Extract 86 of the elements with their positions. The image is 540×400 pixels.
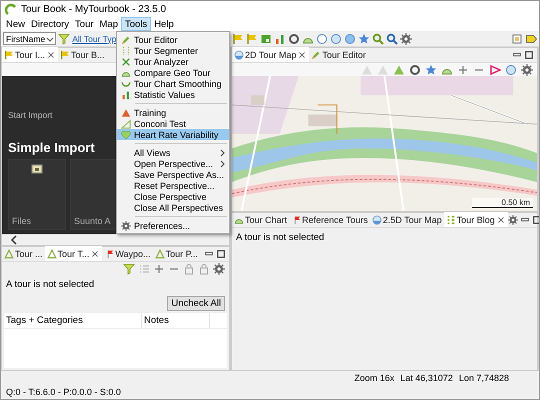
star-icon[interactable] bbox=[425, 64, 437, 76]
grid-icon[interactable] bbox=[446, 214, 456, 224]
status-message: A tour is not selected bbox=[235, 231, 326, 245]
menu-item[interactable]: Conconi Test bbox=[117, 118, 229, 129]
view-tab[interactable]: Waypo... bbox=[102, 246, 153, 261]
menu-item[interactable]: Heart Rate Variability bbox=[117, 129, 229, 140]
lock-icon[interactable] bbox=[183, 262, 195, 274]
gear-icon[interactable] bbox=[121, 220, 131, 230]
section-label: Start Import bbox=[8, 110, 52, 120]
menu-item[interactable]: Tour Editor bbox=[117, 34, 229, 45]
column-header[interactable]: Notes bbox=[142, 313, 210, 328]
triangle-icon[interactable] bbox=[393, 64, 405, 76]
menu-bar-item[interactable]: Tour bbox=[72, 17, 97, 31]
bar-chart-icon[interactable] bbox=[274, 32, 286, 44]
folder-icon bbox=[31, 163, 43, 175]
triangle-icon[interactable] bbox=[121, 108, 131, 118]
map-info: Lat 46,31072 bbox=[400, 373, 453, 383]
pencil-icon[interactable] bbox=[121, 34, 131, 44]
search-icon[interactable] bbox=[372, 32, 384, 44]
ring-icon[interactable] bbox=[288, 32, 300, 44]
menu-bar-item[interactable]: Tools bbox=[121, 17, 152, 31]
view-tab[interactable]: Tour P... bbox=[152, 246, 200, 261]
ring-icon[interactable] bbox=[409, 64, 421, 76]
maximize-icon[interactable] bbox=[524, 50, 534, 60]
menu-bar-item[interactable]: Directory bbox=[28, 17, 72, 31]
circle-icon[interactable] bbox=[316, 32, 328, 44]
gear-icon[interactable] bbox=[508, 214, 518, 224]
status-message: A tour is not selected bbox=[5, 278, 96, 292]
gear-icon[interactable] bbox=[400, 32, 412, 44]
view-tab[interactable]: Tour I... bbox=[2, 47, 58, 62]
maximize-icon[interactable] bbox=[532, 214, 539, 224]
properties-icon[interactable] bbox=[511, 32, 523, 44]
gear-icon[interactable] bbox=[521, 64, 533, 76]
view-tab[interactable]: Tour B... bbox=[58, 47, 107, 62]
list-icon[interactable] bbox=[138, 262, 150, 274]
view-tab[interactable]: Tour Chart bbox=[232, 212, 290, 227]
search-icon[interactable] bbox=[386, 32, 398, 44]
view-tab[interactable]: 2D Tour Map bbox=[232, 47, 310, 62]
menu-item[interactable]: All Views bbox=[117, 147, 229, 158]
view-tab[interactable]: 2.5D Tour Map bbox=[370, 212, 444, 227]
menu-item[interactable]: Tour Segmenter bbox=[117, 45, 229, 56]
star-icon[interactable] bbox=[358, 32, 370, 44]
crossed-arrows-icon[interactable] bbox=[121, 56, 131, 66]
dropdown-caret-icon[interactable] bbox=[46, 34, 54, 42]
panel-title: Simple Import bbox=[8, 140, 95, 155]
circle-icon[interactable] bbox=[505, 64, 517, 76]
view-tab[interactable]: Tour Blog bbox=[444, 212, 508, 227]
close-icon[interactable] bbox=[496, 214, 506, 224]
square-icon[interactable] bbox=[260, 32, 272, 44]
person-dropdown[interactable]: FirstName bbox=[3, 32, 56, 45]
bar-chart-icon[interactable] bbox=[121, 90, 131, 100]
column-header[interactable]: Tags + Categories bbox=[4, 313, 142, 328]
plus-icon[interactable] bbox=[153, 262, 165, 274]
uncheck-all-button[interactable]: Uncheck All bbox=[167, 296, 225, 311]
close-icon[interactable] bbox=[297, 50, 308, 60]
menu-bar-item[interactable]: Map bbox=[96, 17, 121, 31]
circle-icon[interactable] bbox=[344, 32, 356, 44]
menu-bar-item[interactable]: Help bbox=[151, 17, 177, 31]
gear-icon[interactable] bbox=[213, 262, 225, 274]
map-info: Lon 7,74828 bbox=[458, 373, 509, 383]
menu-bar-item[interactable]: New bbox=[3, 17, 28, 31]
heart-icon[interactable] bbox=[121, 130, 131, 140]
circle-icon[interactable] bbox=[330, 32, 342, 44]
tour-type-link[interactable]: All Tour Typ bbox=[72, 34, 116, 44]
close-icon[interactable] bbox=[46, 50, 56, 60]
menu-item[interactable]: Statistic Values bbox=[117, 89, 229, 100]
menu-item[interactable]: Training bbox=[117, 107, 229, 118]
menu-item[interactable]: Tour Chart Smoothing bbox=[117, 78, 229, 89]
menu-item[interactable]: Tour Analyzer bbox=[117, 56, 229, 67]
maximize-icon[interactable] bbox=[216, 248, 226, 258]
view-tab[interactable]: Tour T... bbox=[44, 246, 102, 261]
view-tab[interactable]: Tour Editor bbox=[309, 47, 368, 62]
tools-menu[interactable] bbox=[116, 31, 230, 234]
pencil-icon[interactable] bbox=[311, 50, 322, 60]
scale-bar: 0.50 km bbox=[472, 198, 533, 208]
dotted-columns-icon[interactable] bbox=[121, 46, 131, 56]
plus-icon[interactable] bbox=[457, 64, 469, 76]
slope-icon[interactable] bbox=[121, 118, 131, 128]
close-icon[interactable] bbox=[90, 248, 100, 258]
app-logo-icon bbox=[5, 3, 17, 15]
view-tab[interactable]: Reference Tours bbox=[289, 212, 370, 227]
view-tab[interactable]: Tour ... bbox=[2, 246, 45, 261]
tour-info: Q:0 - T:6.6.0 - P:0.0.0 - S:0.0 bbox=[6, 387, 121, 397]
window-title: Tour Book - MyTourbook - 23.5.0 bbox=[21, 4, 166, 14]
import-tile[interactable]: Files bbox=[8, 159, 66, 230]
map-info: Zoom 16x bbox=[354, 373, 394, 383]
